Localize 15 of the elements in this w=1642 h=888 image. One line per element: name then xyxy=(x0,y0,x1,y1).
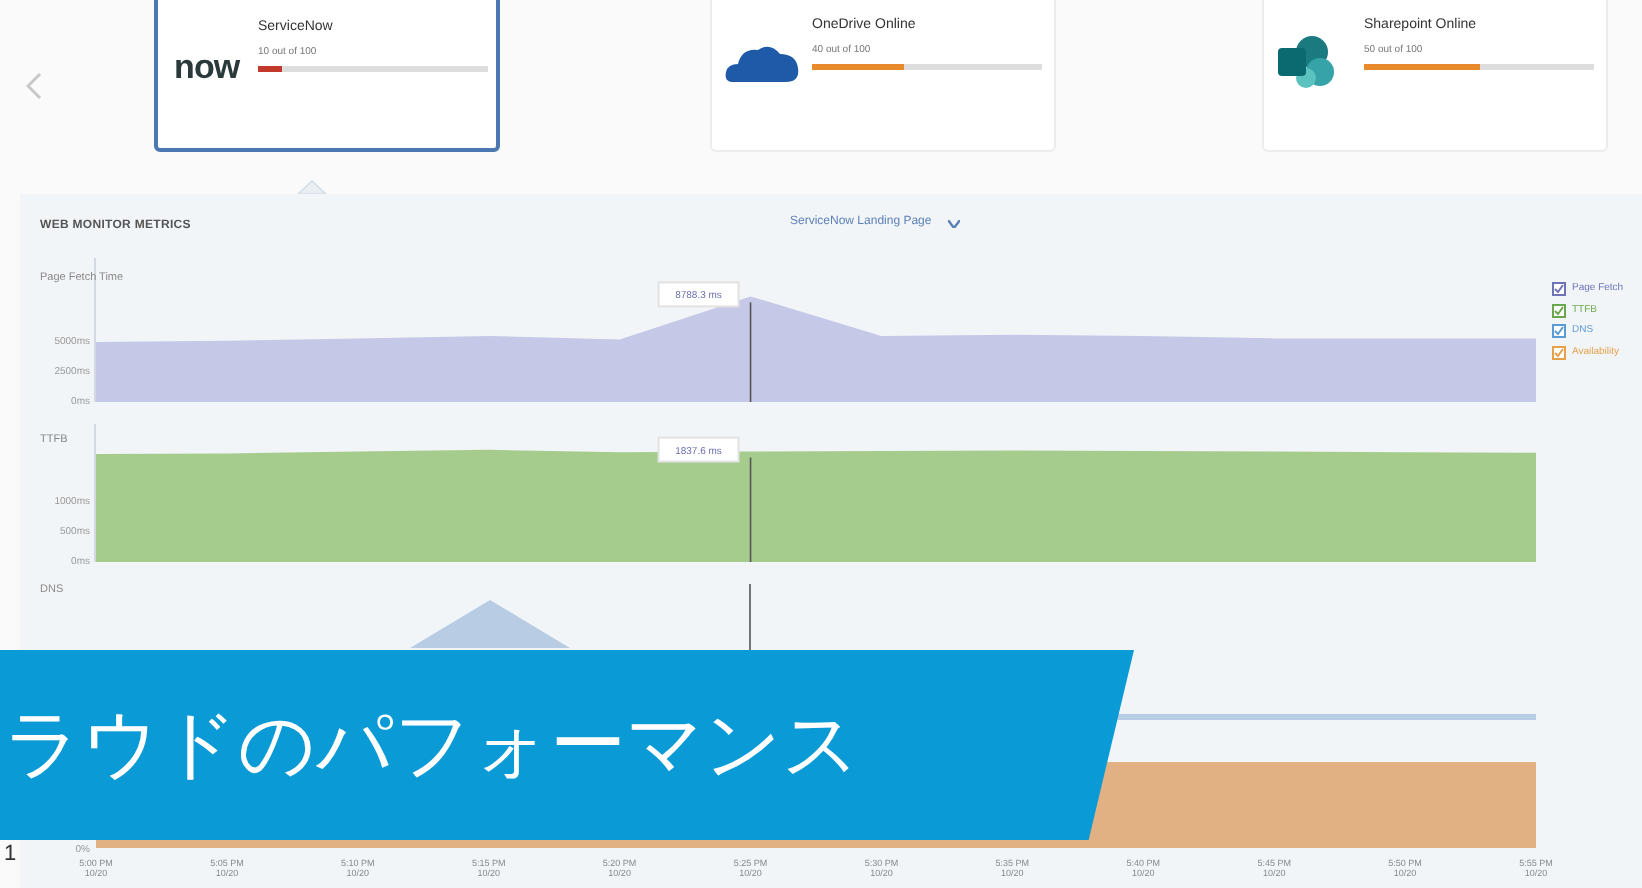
edge-text: 1 xyxy=(4,840,17,870)
chevron-left-icon[interactable] xyxy=(26,72,42,100)
cursor-line xyxy=(749,456,752,563)
y-axis-line xyxy=(94,423,96,563)
legend-checkbox[interactable] xyxy=(1552,345,1566,360)
cloud-icon xyxy=(724,42,800,86)
banner-text: ラウドのパフォーマンス xyxy=(2,707,860,783)
logo-text: now xyxy=(174,46,240,90)
circles-icon xyxy=(1276,34,1336,90)
caret-icon xyxy=(947,219,960,227)
legend-checkbox[interactable] xyxy=(1552,303,1566,318)
cursor-line xyxy=(749,301,752,403)
cursor-line xyxy=(749,583,751,655)
legend-checkbox[interactable] xyxy=(1552,324,1566,339)
legend-checkbox[interactable] xyxy=(1552,282,1566,297)
